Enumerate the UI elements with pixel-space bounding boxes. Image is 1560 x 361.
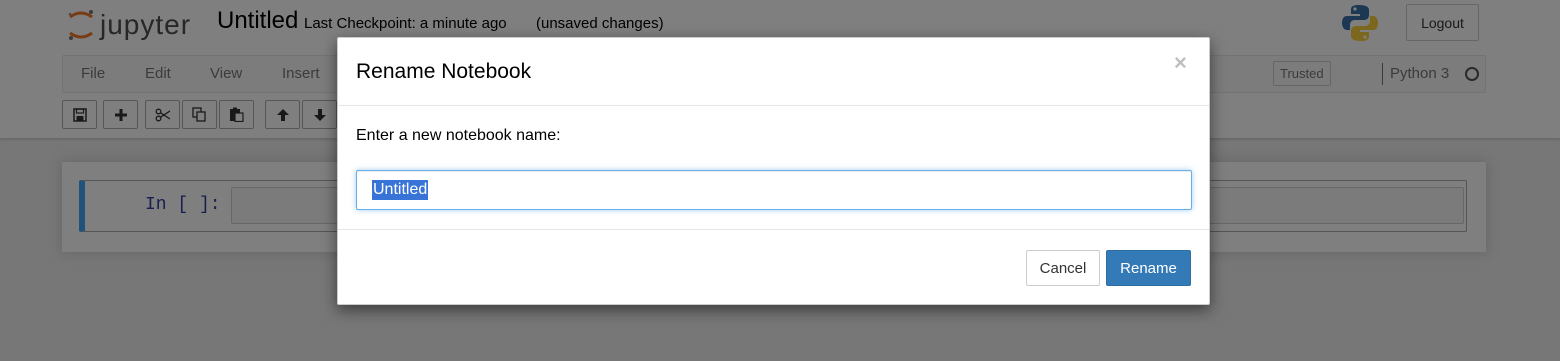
rename-button[interactable]: Rename [1106, 250, 1191, 286]
modal-body: Enter a new notebook name: Untitled [338, 107, 1209, 230]
modal-title: Rename Notebook [356, 60, 532, 83]
notebook-name-input[interactable]: Untitled [356, 170, 1192, 210]
rename-notebook-dialog: Rename Notebook × Enter a new notebook n… [337, 37, 1210, 305]
cancel-button[interactable]: Cancel [1026, 250, 1100, 286]
notebook-name-label: Enter a new notebook name: [356, 127, 561, 144]
modal-footer: Cancel Rename [338, 231, 1209, 304]
notebook-name-input-value: Untitled [372, 180, 429, 200]
close-icon[interactable]: × [1174, 52, 1187, 74]
modal-header: Rename Notebook × [338, 38, 1209, 106]
